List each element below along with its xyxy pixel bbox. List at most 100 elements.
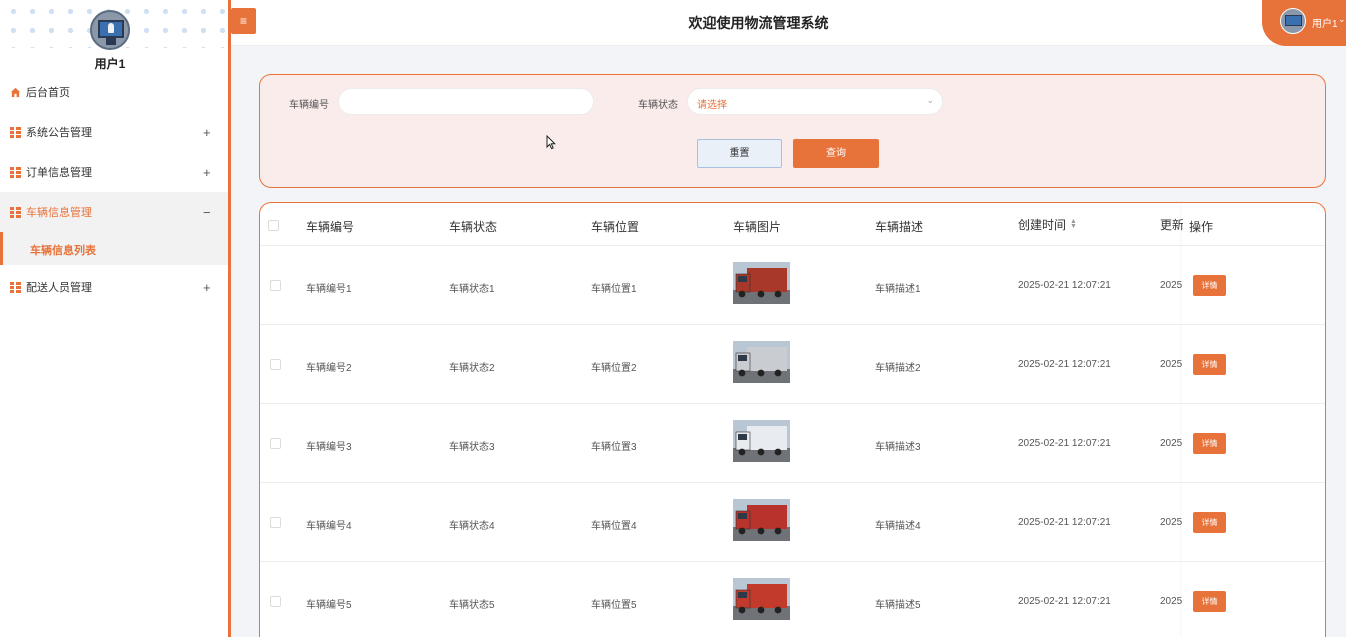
- cell-vehicle-no: 车辆编号1: [306, 284, 352, 295]
- sidebar-item-label: 系统公告管理: [26, 127, 92, 139]
- sidebar: 用户1 后台首页 系统公告管理 + 订单信息管理 + 车辆信息管理 − 车辆信息…: [0, 0, 228, 637]
- truck-image: [733, 262, 790, 304]
- collapse-icon[interactable]: −: [203, 205, 211, 220]
- cell-vehicle-image[interactable]: [733, 499, 790, 541]
- vehicle-no-label: 车辆编号: [289, 100, 329, 111]
- sidebar-border: [228, 0, 231, 637]
- cell-vehicle-desc: 车辆描述3: [875, 442, 921, 453]
- vehicle-no-input[interactable]: [338, 88, 594, 115]
- cell-vehicle-no: 车辆编号2: [306, 363, 352, 374]
- sidebar-item-label: 后台首页: [26, 87, 70, 99]
- sort-icon[interactable]: ▲ ▼: [1070, 218, 1077, 230]
- cell-vehicle-no: 车辆编号5: [306, 600, 352, 611]
- table-row[interactable]: 车辆编号3 车辆状态3 车辆位置3 车辆描述3 2025-02-21 12:07…: [260, 404, 1325, 483]
- grid-icon: [10, 281, 21, 293]
- user-menu[interactable]: 用户1 ⌄: [1262, 0, 1346, 46]
- select-all-checkbox[interactable]: [268, 220, 279, 231]
- reset-button[interactable]: 重置: [697, 139, 782, 168]
- truck-image: [733, 341, 790, 383]
- cell-vehicle-image[interactable]: [733, 341, 790, 383]
- cell-vehicle-location: 车辆位置2: [591, 363, 637, 374]
- detail-button[interactable]: 详情: [1193, 433, 1226, 454]
- chevron-down-icon: ⌄: [926, 95, 934, 105]
- cell-vehicle-no: 车辆编号4: [306, 521, 352, 532]
- chevron-down-icon[interactable]: ⌄: [1338, 14, 1346, 25]
- cell-vehicle-location: 车辆位置1: [591, 284, 637, 295]
- truck-image: [733, 499, 790, 541]
- user-name: 用户1: [1312, 19, 1338, 30]
- select-placeholder: 请选择: [697, 100, 727, 111]
- table-row[interactable]: 车辆编号4 车辆状态4 车辆位置4 车辆描述4 2025-02-21 12:07…: [260, 483, 1325, 562]
- expand-icon[interactable]: +: [203, 125, 211, 140]
- cell-vehicle-location: 车辆位置4: [591, 521, 637, 532]
- sidebar-username: 用户1: [94, 57, 126, 71]
- cell-vehicle-status: 车辆状态5: [449, 600, 495, 611]
- col-vehicle-desc: 车辆描述: [875, 220, 924, 234]
- sidebar-item-label: 订单信息管理: [26, 167, 92, 179]
- cell-updated-time: 2025: [1160, 280, 1183, 291]
- col-vehicle-location: 车辆位置: [591, 220, 640, 234]
- cell-created-time: 2025-02-21 12:07:21: [1018, 517, 1111, 528]
- detail-button[interactable]: 详情: [1193, 591, 1226, 612]
- sidebar-item-vehicles[interactable]: 车辆信息管理 −: [0, 192, 228, 232]
- sidebar-subitem-vehicle-list[interactable]: 车辆信息列表: [0, 232, 228, 265]
- user-avatar[interactable]: [90, 10, 130, 50]
- cell-vehicle-status: 车辆状态2: [449, 363, 495, 374]
- cell-vehicle-desc: 车辆描述1: [875, 284, 921, 295]
- cell-vehicle-image[interactable]: [733, 420, 790, 462]
- grid-icon: [10, 166, 21, 178]
- row-checkbox[interactable]: [270, 517, 281, 528]
- row-checkbox[interactable]: [270, 438, 281, 449]
- active-indicator: [0, 232, 3, 265]
- row-checkbox[interactable]: [270, 359, 281, 370]
- table-row[interactable]: 车辆编号5 车辆状态5 车辆位置5 车辆描述5 2025-02-21 12:07…: [260, 562, 1325, 637]
- cell-vehicle-desc: 车辆描述4: [875, 521, 921, 532]
- cell-vehicle-image[interactable]: [733, 262, 790, 304]
- col-created-time[interactable]: 创建时间 ▲ ▼: [1018, 216, 1077, 233]
- table-header: 车辆编号 车辆状态 车辆位置 车辆图片 车辆描述 创建时间 ▲ ▼ 更新 操作: [260, 203, 1325, 246]
- col-actions: 操作: [1189, 220, 1214, 234]
- sidebar-item-announcements[interactable]: 系统公告管理 +: [0, 112, 228, 152]
- cell-vehicle-location: 车辆位置3: [591, 442, 637, 453]
- cell-created-time: 2025-02-21 12:07:21: [1018, 596, 1111, 607]
- grid-icon: [10, 126, 21, 138]
- sidebar-item-home[interactable]: 后台首页: [0, 72, 228, 112]
- expand-icon[interactable]: +: [203, 165, 211, 180]
- cell-updated-time: 2025: [1160, 359, 1183, 370]
- home-icon: [10, 87, 21, 97]
- sidebar-item-couriers[interactable]: 配送人员管理 +: [0, 267, 228, 307]
- vehicle-status-label: 车辆状态: [638, 100, 678, 111]
- top-header: ≡ 欢迎使用物流管理系统 用户1 ⌄: [231, 0, 1346, 46]
- table-row[interactable]: 车辆编号1 车辆状态1 车辆位置1 车辆描述1 2025-02-21 12:07…: [260, 246, 1325, 325]
- cell-vehicle-status: 车辆状态1: [449, 284, 495, 295]
- sidebar-item-label: 车辆信息管理: [26, 207, 92, 219]
- col-vehicle-image: 车辆图片: [733, 220, 782, 234]
- cell-vehicle-desc: 车辆描述2: [875, 363, 921, 374]
- detail-button[interactable]: 详情: [1193, 512, 1226, 533]
- vehicle-status-select[interactable]: 请选择 ⌄: [687, 88, 943, 115]
- cell-vehicle-location: 车辆位置5: [591, 600, 637, 611]
- cell-vehicle-no: 车辆编号3: [306, 442, 352, 453]
- mouse-cursor-icon: [546, 135, 556, 150]
- cell-vehicle-status: 车辆状态3: [449, 442, 495, 453]
- expand-icon[interactable]: +: [203, 280, 211, 295]
- page-title: 欢迎使用物流管理系统: [688, 15, 829, 31]
- row-checkbox[interactable]: [270, 280, 281, 291]
- row-checkbox[interactable]: [270, 596, 281, 607]
- user-avatar-small[interactable]: [1280, 8, 1306, 34]
- table-row[interactable]: 车辆编号2 车辆状态2 车辆位置2 车辆描述2 2025-02-21 12:07…: [260, 325, 1325, 404]
- cell-vehicle-status: 车辆状态4: [449, 521, 495, 532]
- sidebar-item-label: 配送人员管理: [26, 282, 92, 294]
- truck-image: [733, 420, 790, 462]
- detail-button[interactable]: 详情: [1193, 354, 1226, 375]
- search-panel: 车辆编号 车辆状态 请选择 ⌄ 重置 查询: [259, 74, 1326, 188]
- cell-updated-time: 2025: [1160, 596, 1183, 607]
- sidebar-item-orders[interactable]: 订单信息管理 +: [0, 152, 228, 192]
- cell-created-time: 2025-02-21 12:07:21: [1018, 359, 1111, 370]
- detail-button[interactable]: 详情: [1193, 275, 1226, 296]
- sidebar-subitem-label: 车辆信息列表: [30, 245, 96, 257]
- query-button[interactable]: 查询: [793, 139, 879, 168]
- cell-vehicle-desc: 车辆描述5: [875, 600, 921, 611]
- cell-vehicle-image[interactable]: [733, 578, 790, 620]
- vehicle-table: 车辆编号 车辆状态 车辆位置 车辆图片 车辆描述 创建时间 ▲ ▼ 更新 操作 车辆…: [259, 202, 1326, 637]
